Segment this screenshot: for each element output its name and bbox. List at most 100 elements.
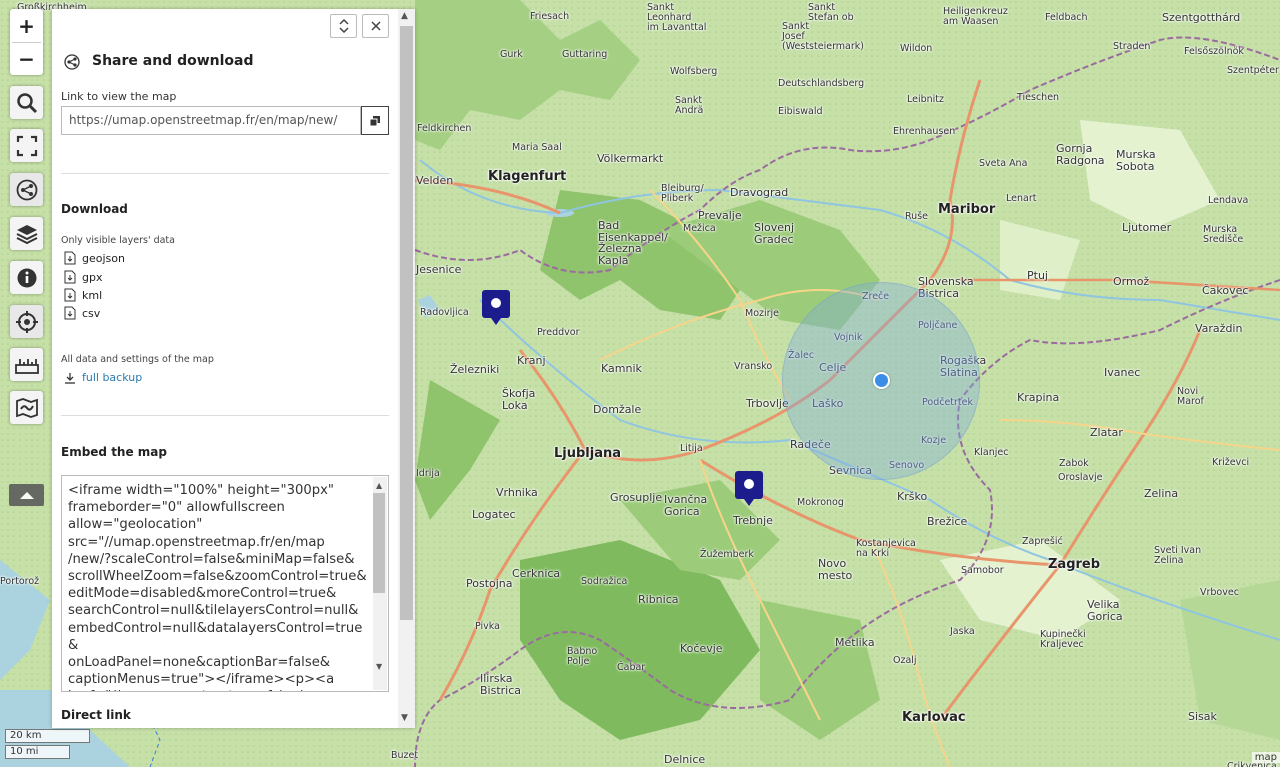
- search-icon: [16, 92, 37, 113]
- place-label: Ormož: [1113, 275, 1150, 288]
- place-label: Klagenfurt: [488, 169, 567, 184]
- search-button[interactable]: [10, 86, 43, 119]
- collapse-panel-button[interactable]: [330, 14, 357, 38]
- place-label: Radovljica: [420, 307, 469, 318]
- scale-mi: 10 mi: [5, 745, 70, 759]
- zoom-out-button[interactable]: −: [10, 43, 43, 75]
- place-label: Heiligenkreuz am Waasen: [943, 6, 1008, 27]
- minimap-toggle-button[interactable]: [9, 484, 44, 506]
- close-panel-button[interactable]: [362, 14, 389, 38]
- download-kml-link[interactable]: kml: [64, 288, 102, 302]
- place-label: Vrhnika: [496, 486, 538, 499]
- place-label: Maribor: [938, 202, 996, 217]
- format-label[interactable]: geojson: [82, 252, 125, 265]
- embed-title: Embed the map: [61, 445, 167, 459]
- map-marker-pin[interactable]: [734, 470, 764, 508]
- place-label: Karlovac: [902, 710, 966, 725]
- copy-icon: [369, 115, 380, 126]
- locate-button[interactable]: [10, 305, 43, 338]
- place-label: Babno Polje: [567, 646, 598, 667]
- format-label[interactable]: csv: [82, 307, 100, 320]
- place-label: Sankt Stefan ob: [808, 2, 854, 23]
- info-button[interactable]: [10, 261, 43, 294]
- full-backup-link[interactable]: full backup: [64, 371, 142, 384]
- place-label: Preddvor: [537, 327, 580, 338]
- place-label: Wolfsberg: [670, 66, 718, 77]
- place-label: Murska Središče: [1203, 224, 1244, 245]
- place-label: Varaždin: [1195, 322, 1243, 335]
- place-label: Velika Gorica: [1087, 598, 1123, 623]
- place-label: Križevci: [1212, 457, 1250, 468]
- share-icon: [16, 179, 37, 200]
- place-label: Žužemberk: [700, 549, 754, 560]
- format-label[interactable]: kml: [82, 289, 102, 302]
- scroll-down-icon[interactable]: ▼: [401, 713, 408, 723]
- place-label: Zelina: [1144, 487, 1179, 500]
- close-icon: [370, 21, 381, 31]
- place-label: Szentgotthárd: [1162, 11, 1241, 24]
- place-label: Jesenice: [416, 263, 462, 276]
- place-label: Postojna: [466, 577, 513, 590]
- place-label: Tieschen: [1017, 92, 1060, 103]
- place-label: Ilirska Bistrica: [480, 672, 522, 697]
- share-button[interactable]: [10, 173, 43, 206]
- place-label: Lenart: [1006, 193, 1037, 204]
- place-label: Sankt Andrä: [675, 95, 704, 116]
- map-edit-icon: [15, 397, 38, 418]
- place-label: Krško: [897, 490, 928, 503]
- format-label[interactable]: gpx: [82, 271, 102, 284]
- file-icon: [64, 306, 76, 320]
- download-csv-link[interactable]: csv: [64, 306, 100, 320]
- embed-scrollbar[interactable]: ▲ ▼: [373, 477, 387, 690]
- map-marker-pin[interactable]: [481, 289, 511, 327]
- place-label: Škofja Loka: [502, 387, 536, 412]
- scroll-up-icon[interactable]: ▲: [376, 481, 382, 490]
- fullscreen-button[interactable]: [10, 129, 43, 162]
- place-label: Deutschlandsberg: [778, 78, 865, 89]
- place-label: Domžale: [593, 403, 642, 416]
- panel-scroll-thumb[interactable]: [400, 26, 413, 620]
- place-label: Zaprešić: [1022, 536, 1063, 547]
- embed-scroll-thumb[interactable]: [373, 493, 385, 593]
- place-label: Klanjec: [974, 447, 1009, 458]
- place-label: Felsőszölnök: [1184, 46, 1244, 57]
- place-label: Sveti Ivan Zelina: [1154, 545, 1202, 566]
- place-label: Eibiswald: [778, 106, 823, 117]
- place-label: Trebnje: [733, 514, 773, 527]
- place-label: Ptuj: [1027, 269, 1048, 282]
- place-label: Oroslavje: [1058, 472, 1103, 483]
- download-gpx-link[interactable]: gpx: [64, 270, 102, 284]
- place-label: Kranj: [517, 354, 546, 367]
- place-label: Ruše: [905, 211, 928, 222]
- copy-link-button[interactable]: [361, 106, 389, 135]
- map-url-field[interactable]: https://umap.openstreetmap.fr/en/map/new…: [61, 106, 361, 135]
- place-label: Mežica: [683, 223, 716, 234]
- download-icon: [65, 372, 75, 384]
- place-label: Zabok: [1059, 458, 1089, 469]
- place-label: Völkermarkt: [597, 152, 664, 165]
- place-label: Sodražica: [581, 576, 628, 587]
- full-backup-label[interactable]: full backup: [82, 371, 142, 384]
- place-label: Feldkirchen: [417, 123, 472, 134]
- place-label: Kostanjevica na Krki: [856, 538, 916, 559]
- download-geojson-link[interactable]: geojson: [64, 251, 125, 265]
- zoom-in-button[interactable]: +: [10, 9, 43, 42]
- measure-button[interactable]: [10, 348, 43, 381]
- scale-km: 20 km: [5, 729, 90, 743]
- place-label: Dravograd: [730, 186, 789, 199]
- place-label: Brežice: [927, 515, 968, 528]
- place-label: Velden: [416, 174, 454, 187]
- scroll-up-icon[interactable]: ▲: [401, 11, 408, 21]
- divider: [61, 415, 389, 416]
- place-label: Kočevje: [680, 642, 723, 655]
- scroll-down-icon[interactable]: ▼: [376, 662, 382, 671]
- place-label: Prevalje: [698, 209, 742, 222]
- map-settings-button[interactable]: [10, 391, 43, 424]
- layers-button[interactable]: [10, 217, 43, 250]
- place-label: Guttaring: [562, 49, 608, 60]
- attribution[interactable]: map: [1251, 752, 1280, 763]
- place-label: Krapina: [1017, 391, 1060, 404]
- embed-code-textarea[interactable]: <iframe width="100%" height="300px" fram…: [61, 475, 389, 692]
- current-location-dot[interactable]: [873, 372, 890, 389]
- embed-code-text[interactable]: <iframe width="100%" height="300px" fram…: [68, 482, 368, 691]
